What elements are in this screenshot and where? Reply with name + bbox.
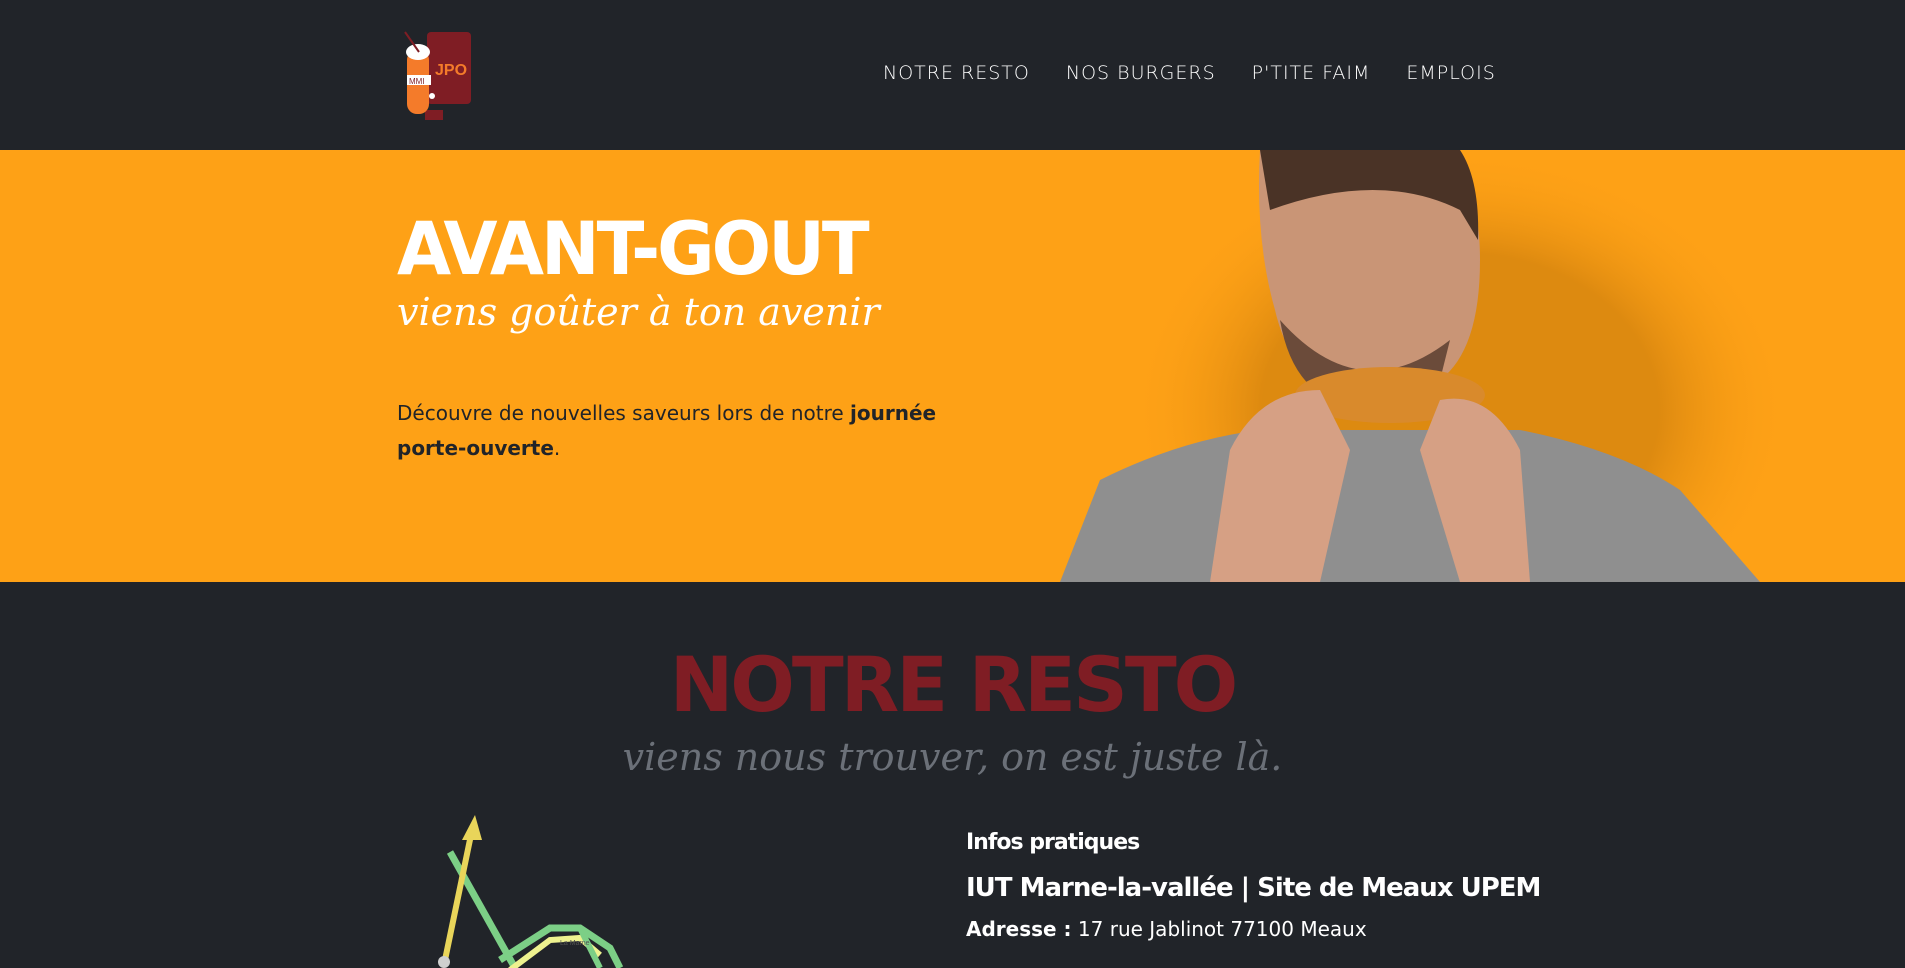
hero-text: Découvre de nouvelles saveurs lors de no…: [397, 401, 937, 460]
infos-pratiques: Infos pratiques IUT Marne-la-vallée | Si…: [966, 830, 1541, 941]
infos-title: Infos pratiques: [966, 830, 1140, 855]
hero-subtitle: viens goûter à ton avenir: [397, 290, 880, 334]
nav-notre-resto[interactable]: NOTRE RESTO: [883, 62, 1030, 84]
section-title: NOTRE RESTO: [669, 640, 1239, 729]
section-subtitle: viens nous trouver, on est juste là.: [622, 735, 1283, 779]
hero-title: AVANT-GOUT: [397, 205, 870, 293]
navbar: MMI JPO NOTRE RESTO NOS BURGERS P'TITE F…: [0, 0, 1905, 150]
svg-text:JPO: JPO: [435, 62, 467, 79]
place-name: IUT Marne-la-vallée | Site de Meaux UPEM: [966, 873, 1541, 903]
nav-emplois[interactable]: EMPLOIS: [1406, 62, 1495, 84]
jpo-logo[interactable]: MMI JPO: [397, 30, 491, 122]
nav-nos-burgers[interactable]: NOS BURGERS: [1066, 62, 1216, 84]
location-map[interactable]: La Marne: [420, 810, 720, 968]
man-eating-burger-image: [1060, 150, 1780, 582]
hero-section: AVANT-GOUT viens goûter à ton avenir Déc…: [0, 150, 1905, 582]
address: Adresse : 17 rue Jablinot 77100 Meaux: [966, 917, 1367, 941]
svg-text:MMI: MMI: [409, 77, 425, 86]
map-label: La Marne: [560, 940, 590, 947]
nav-ptite-faim[interactable]: P'TITE FAIM: [1252, 62, 1371, 84]
